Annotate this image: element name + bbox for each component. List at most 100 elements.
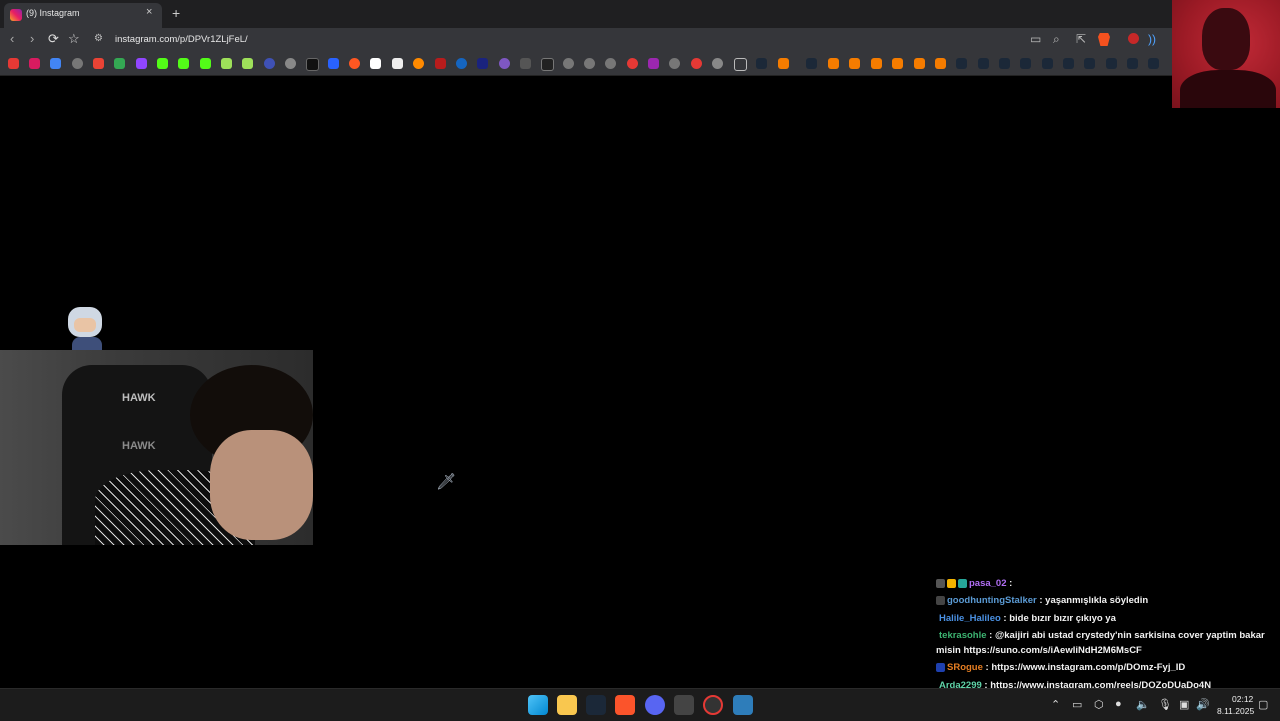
tab-instagram[interactable]: (9) Instagram × <box>4 3 162 28</box>
translate-bookmark-icon[interactable] <box>50 58 61 69</box>
steam-bookmark-icon[interactable] <box>1063 58 1074 69</box>
address-bar[interactable]: ⚙ instagram.com/p/DPVr1ZLjFeL/ <box>88 30 1018 50</box>
x-bookmark-icon[interactable] <box>306 58 319 71</box>
globe-bookmark-icon[interactable] <box>584 58 595 69</box>
app-bookmark-icon[interactable] <box>285 58 296 69</box>
app-bookmark-icon[interactable] <box>892 58 903 69</box>
steam-bookmark-icon[interactable] <box>1084 58 1095 69</box>
gmail-bookmark-icon[interactable] <box>93 58 104 69</box>
chat-username[interactable]: SRogue <box>947 662 983 673</box>
app-icon[interactable] <box>674 695 694 715</box>
amazon-bookmark-icon[interactable] <box>392 58 403 69</box>
taskbar: ⌃ ▭ ⬡ ● 🔈 🎙 ▣ 🔊 02:12 8.11.2025 ▢ <box>0 688 1280 721</box>
app-bookmark-icon[interactable] <box>914 58 925 69</box>
app-bookmark-icon[interactable] <box>520 58 531 69</box>
notification-icon[interactable]: ▢ <box>1258 698 1268 711</box>
app-bookmark-icon[interactable] <box>499 58 510 69</box>
steam-bookmark-icon[interactable] <box>1148 58 1159 69</box>
battery-icon[interactable]: ▭ <box>1072 698 1082 711</box>
cast-icon[interactable]: ▭ <box>1030 32 1041 46</box>
app-bookmark-icon[interactable] <box>242 58 253 69</box>
clock-time[interactable]: 02:12 <box>1232 694 1253 704</box>
chat-username[interactable]: pasa_02 <box>969 578 1007 589</box>
instagram-bookmark-icon[interactable] <box>29 58 40 69</box>
site-info-icon[interactable]: ⚙ <box>94 33 103 44</box>
discord-icon[interactable] <box>645 695 665 715</box>
twitch-bookmark-icon[interactable] <box>136 58 147 69</box>
app-bookmark-icon[interactable] <box>712 58 723 69</box>
kick-bookmark-icon[interactable] <box>178 58 189 69</box>
steam-bookmark-icon[interactable] <box>999 58 1010 69</box>
steam-bookmark-icon[interactable] <box>806 58 817 69</box>
steam-bookmark-icon[interactable] <box>978 58 989 69</box>
app-bookmark-icon[interactable] <box>935 58 946 69</box>
globe-bookmark-icon[interactable] <box>72 58 83 69</box>
reload-icon[interactable]: ⟳ <box>48 31 59 47</box>
chevron-up-icon[interactable]: ⌃ <box>1051 698 1060 711</box>
badge-icon <box>936 595 945 605</box>
obs-icon[interactable] <box>703 695 723 715</box>
steam-bookmark-icon[interactable] <box>1127 58 1138 69</box>
app-bookmark-icon[interactable] <box>691 58 702 69</box>
app-bookmark-icon[interactable] <box>477 58 488 69</box>
file-explorer-icon[interactable] <box>557 695 577 715</box>
bookmark-icon[interactable]: ☆ <box>68 31 80 47</box>
steam-bookmark-icon[interactable] <box>756 58 767 69</box>
start-button-icon[interactable] <box>528 695 548 715</box>
extension-icon[interactable] <box>1128 33 1139 44</box>
speaker-icon[interactable]: 🔈 <box>1136 698 1150 711</box>
back-icon[interactable]: ‹ <box>10 31 14 46</box>
new-tab-button[interactable]: + <box>172 5 180 21</box>
network-icon[interactable]: ▣ <box>1179 698 1189 711</box>
app-bookmark-icon[interactable] <box>778 58 789 69</box>
steam-bookmark-icon[interactable] <box>1042 58 1053 69</box>
app-bookmark-icon[interactable] <box>221 58 232 69</box>
play-bookmark-icon[interactable] <box>456 58 467 69</box>
badge-icon <box>958 578 967 588</box>
steam-tray-icon[interactable]: ● <box>1115 698 1122 710</box>
drive-bookmark-icon[interactable] <box>114 58 125 69</box>
steam-bookmark-icon[interactable] <box>1106 58 1117 69</box>
app-bookmark-icon[interactable] <box>828 58 839 69</box>
chat-username[interactable]: tekrasohle <box>939 630 987 641</box>
chat-message: goodhuntingStalker : yaşanmışlıkla söyle… <box>936 595 1148 606</box>
app-bookmark-icon[interactable] <box>435 58 446 69</box>
tray-app-icon[interactable]: ⬡ <box>1094 698 1104 711</box>
app-bookmark-icon[interactable] <box>328 58 339 69</box>
globe-bookmark-icon[interactable] <box>605 58 616 69</box>
app-bookmark-icon[interactable] <box>541 58 554 71</box>
anchor-bookmark-icon[interactable] <box>264 58 275 69</box>
app-bookmark-icon[interactable] <box>871 58 882 69</box>
folder-icon[interactable] <box>734 58 747 71</box>
volume-icon[interactable]: 🔊 <box>1196 698 1210 711</box>
globe-bookmark-icon[interactable] <box>563 58 574 69</box>
app-bookmark-icon[interactable] <box>413 58 424 69</box>
zoom-icon[interactable]: ⌕ <box>1053 32 1060 47</box>
chair-logo: HAWK <box>122 440 156 452</box>
forward-icon[interactable]: › <box>30 31 34 46</box>
app-bookmark-icon[interactable] <box>627 58 638 69</box>
share-icon[interactable]: ⇱ <box>1076 32 1086 46</box>
steam-bookmark-icon[interactable] <box>956 58 967 69</box>
app-bookmark-icon[interactable] <box>849 58 860 69</box>
chat-separator: : <box>1006 578 1013 589</box>
kick-bookmark-icon[interactable] <box>200 58 211 69</box>
reddit-bookmark-icon[interactable] <box>349 58 360 69</box>
chat-username[interactable]: goodhuntingStalker <box>947 595 1037 606</box>
close-icon[interactable]: × <box>146 6 152 18</box>
chat-username[interactable]: Halile_Halileo <box>939 613 1001 624</box>
url-text[interactable]: instagram.com/p/DPVr1ZLjFeL/ <box>115 34 248 45</box>
brave-shield-icon[interactable] <box>1098 33 1110 46</box>
app-bookmark-icon[interactable] <box>648 58 659 69</box>
kick-bookmark-icon[interactable] <box>157 58 168 69</box>
youtube-bookmark-icon[interactable] <box>8 58 19 69</box>
clock-date[interactable]: 8.11.2025 <box>1217 706 1254 716</box>
brave-browser-icon[interactable] <box>615 695 635 715</box>
patreon-bookmark-icon[interactable] <box>370 58 381 69</box>
globe-bookmark-icon[interactable] <box>669 58 680 69</box>
app-icon[interactable] <box>733 695 753 715</box>
steam-icon[interactable] <box>586 695 606 715</box>
steam-bookmark-icon[interactable] <box>1020 58 1031 69</box>
audio-icon[interactable]: )) <box>1148 32 1156 46</box>
microphone-icon[interactable]: 🎙 <box>1158 698 1172 711</box>
